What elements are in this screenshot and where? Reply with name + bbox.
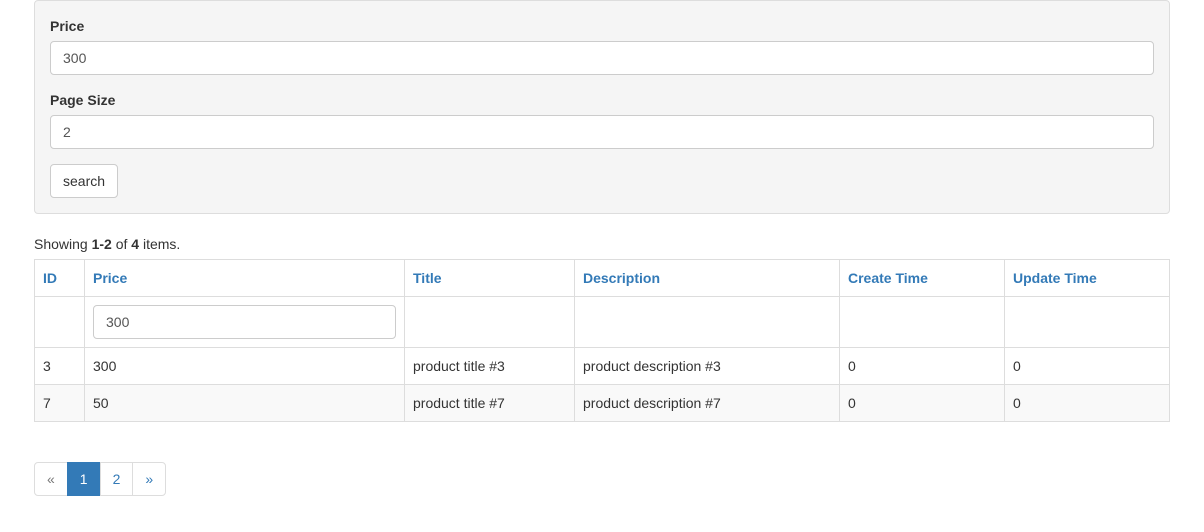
cell-id: 3 [35,348,85,385]
search-button[interactable]: search [50,164,118,198]
pagesize-input[interactable] [50,115,1154,149]
cell-title: product title #7 [405,385,575,422]
cell-price: 50 [85,385,405,422]
cell-create-time: 0 [840,348,1005,385]
header-price[interactable]: Price [93,270,127,286]
chevron-right-icon: » [132,462,166,496]
cell-update-time: 0 [1005,385,1170,422]
header-update-time[interactable]: Update Time [1013,270,1097,286]
pagination: « 1 2 » [34,462,166,496]
pagesize-form-group: Page Size [50,90,1154,149]
results-table: ID Price Title Description Create Time U… [34,259,1170,422]
chevron-left-icon: « [34,462,68,496]
filter-price-input[interactable] [93,305,396,339]
table-row: 3 300 product title #3 product descripti… [35,348,1170,385]
table-row: 7 50 product title #7 product descriptio… [35,385,1170,422]
cell-description: product description #3 [575,348,840,385]
results-summary: Showing 1-2 of 4 items. [34,234,1170,254]
cell-id: 7 [35,385,85,422]
header-title[interactable]: Title [413,270,442,286]
price-label: Price [50,16,84,36]
filter-panel: Price Page Size search [34,0,1170,214]
cell-title: product title #3 [405,348,575,385]
table-header-row: ID Price Title Description Create Time U… [35,260,1170,297]
cell-description: product description #7 [575,385,840,422]
header-description[interactable]: Description [583,270,660,286]
price-form-group: Price [50,16,1154,75]
header-id[interactable]: ID [43,270,57,286]
price-input[interactable] [50,41,1154,75]
pagesize-label: Page Size [50,90,115,110]
header-create-time[interactable]: Create Time [848,270,928,286]
table-filter-row [35,297,1170,348]
cell-price: 300 [85,348,405,385]
cell-update-time: 0 [1005,348,1170,385]
cell-create-time: 0 [840,385,1005,422]
